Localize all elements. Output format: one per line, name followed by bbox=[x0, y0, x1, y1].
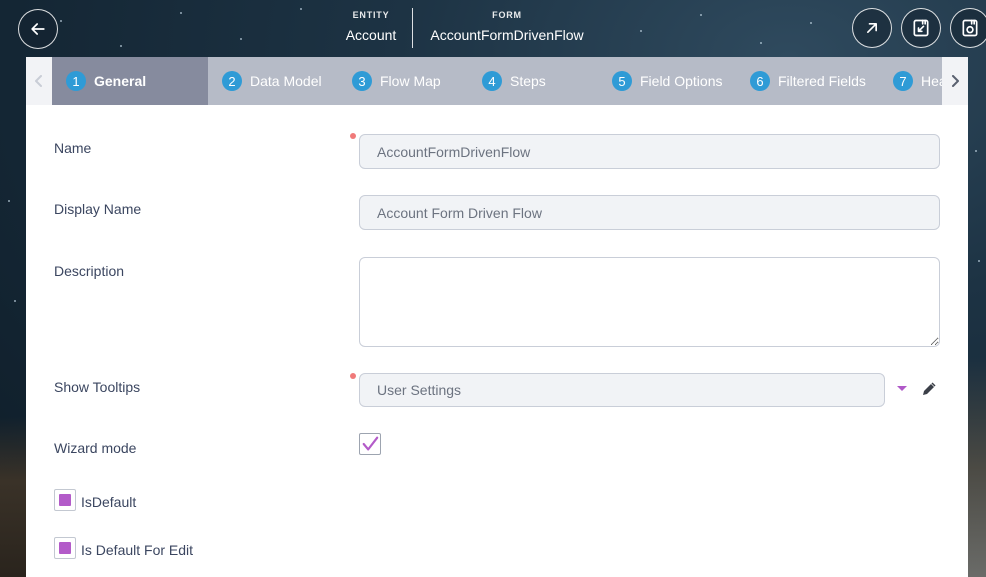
star bbox=[8, 200, 10, 202]
general-form-panel: Name Display Name Description Show Toolt… bbox=[26, 105, 968, 577]
display-name-label: Display Name bbox=[54, 201, 142, 217]
is-default-label: IsDefault bbox=[81, 494, 137, 510]
title-divider bbox=[412, 8, 413, 48]
show-tooltips-select[interactable]: User Settings bbox=[359, 373, 885, 407]
tab-label: Steps bbox=[510, 73, 546, 89]
edit-icon[interactable] bbox=[921, 381, 937, 397]
tab-label: Data Model bbox=[250, 73, 322, 89]
star bbox=[700, 14, 702, 16]
star bbox=[60, 20, 62, 22]
tab-label: Header bbox=[921, 73, 942, 89]
checkbox-fill bbox=[59, 494, 71, 506]
arrow-up-right-icon bbox=[867, 23, 877, 34]
entity-title: ENTITY Account bbox=[330, 10, 412, 43]
tab-label: Field Options bbox=[640, 73, 723, 89]
save-refresh-icon bbox=[962, 19, 978, 37]
tab-data-model[interactable]: 2 Data Model bbox=[222, 57, 322, 105]
star bbox=[975, 150, 977, 152]
tab-number: 3 bbox=[352, 71, 372, 91]
tab-steps[interactable]: 4 Steps bbox=[482, 57, 546, 105]
chevron-right-icon bbox=[952, 75, 959, 87]
dropdown-caret-icon[interactable] bbox=[897, 386, 907, 391]
star bbox=[240, 38, 242, 40]
tabs-scroll-left[interactable] bbox=[26, 57, 52, 105]
open-form-button[interactable] bbox=[852, 8, 892, 48]
tab-number: 5 bbox=[612, 71, 632, 91]
checkbox-fill bbox=[59, 542, 71, 554]
save-icon bbox=[913, 19, 929, 37]
star bbox=[760, 42, 762, 44]
wizard-tabs: 1 General 2 Data Model 3 Flow Map 4 Step… bbox=[26, 57, 968, 105]
form-caption: FORM bbox=[492, 10, 522, 20]
tabs-viewport: 1 General 2 Data Model 3 Flow Map 4 Step… bbox=[52, 57, 942, 105]
tab-number: 4 bbox=[482, 71, 502, 91]
tab-number: 7 bbox=[893, 71, 913, 91]
back-button[interactable] bbox=[18, 9, 58, 49]
is-default-for-edit-label: Is Default For Edit bbox=[81, 542, 194, 558]
show-tooltips-label: Show Tooltips bbox=[54, 379, 141, 395]
star bbox=[978, 260, 980, 262]
tabs-scroll-right[interactable] bbox=[942, 57, 968, 105]
name-input[interactable] bbox=[359, 134, 940, 169]
star bbox=[640, 30, 642, 32]
arrow-left-icon bbox=[31, 23, 45, 35]
tab-header[interactable]: 7 Header bbox=[893, 57, 942, 105]
tab-number: 2 bbox=[222, 71, 242, 91]
tab-filtered-fields[interactable]: 6 Filtered Fields bbox=[750, 57, 866, 105]
form-name: AccountFormDrivenFlow bbox=[430, 27, 584, 43]
tab-general[interactable]: 1 General bbox=[52, 57, 208, 105]
tab-number: 1 bbox=[66, 71, 86, 91]
star bbox=[120, 45, 122, 47]
required-indicator bbox=[350, 373, 356, 379]
is-default-for-edit-checkbox[interactable] bbox=[54, 537, 76, 559]
form-title: FORM AccountFormDrivenFlow bbox=[418, 10, 596, 43]
star bbox=[14, 300, 16, 302]
tab-label: Flow Map bbox=[380, 73, 441, 89]
tab-label: Filtered Fields bbox=[778, 73, 866, 89]
description-label: Description bbox=[54, 263, 125, 279]
description-textarea[interactable] bbox=[359, 257, 940, 347]
chevron-left-icon bbox=[35, 75, 42, 87]
tab-flow-map[interactable]: 3 Flow Map bbox=[352, 57, 441, 105]
entity-name: Account bbox=[345, 27, 397, 43]
show-tooltips-value: User Settings bbox=[377, 382, 462, 398]
tab-field-options[interactable]: 5 Field Options bbox=[612, 57, 722, 105]
display-name-input[interactable] bbox=[359, 195, 940, 230]
tab-label: General bbox=[94, 73, 147, 89]
entity-caption: ENTITY bbox=[352, 10, 390, 20]
star bbox=[810, 22, 812, 24]
is-default-checkbox[interactable] bbox=[54, 489, 76, 511]
wizard-mode-label: Wizard mode bbox=[54, 440, 137, 456]
tab-number: 6 bbox=[750, 71, 770, 91]
save-button[interactable] bbox=[901, 8, 941, 48]
wizard-mode-checkbox[interactable] bbox=[359, 433, 381, 455]
star bbox=[180, 12, 182, 14]
name-label: Name bbox=[54, 140, 92, 156]
required-indicator bbox=[350, 133, 356, 139]
save-as-button[interactable] bbox=[950, 8, 986, 48]
star bbox=[300, 8, 302, 10]
checkmark-icon bbox=[362, 436, 379, 451]
